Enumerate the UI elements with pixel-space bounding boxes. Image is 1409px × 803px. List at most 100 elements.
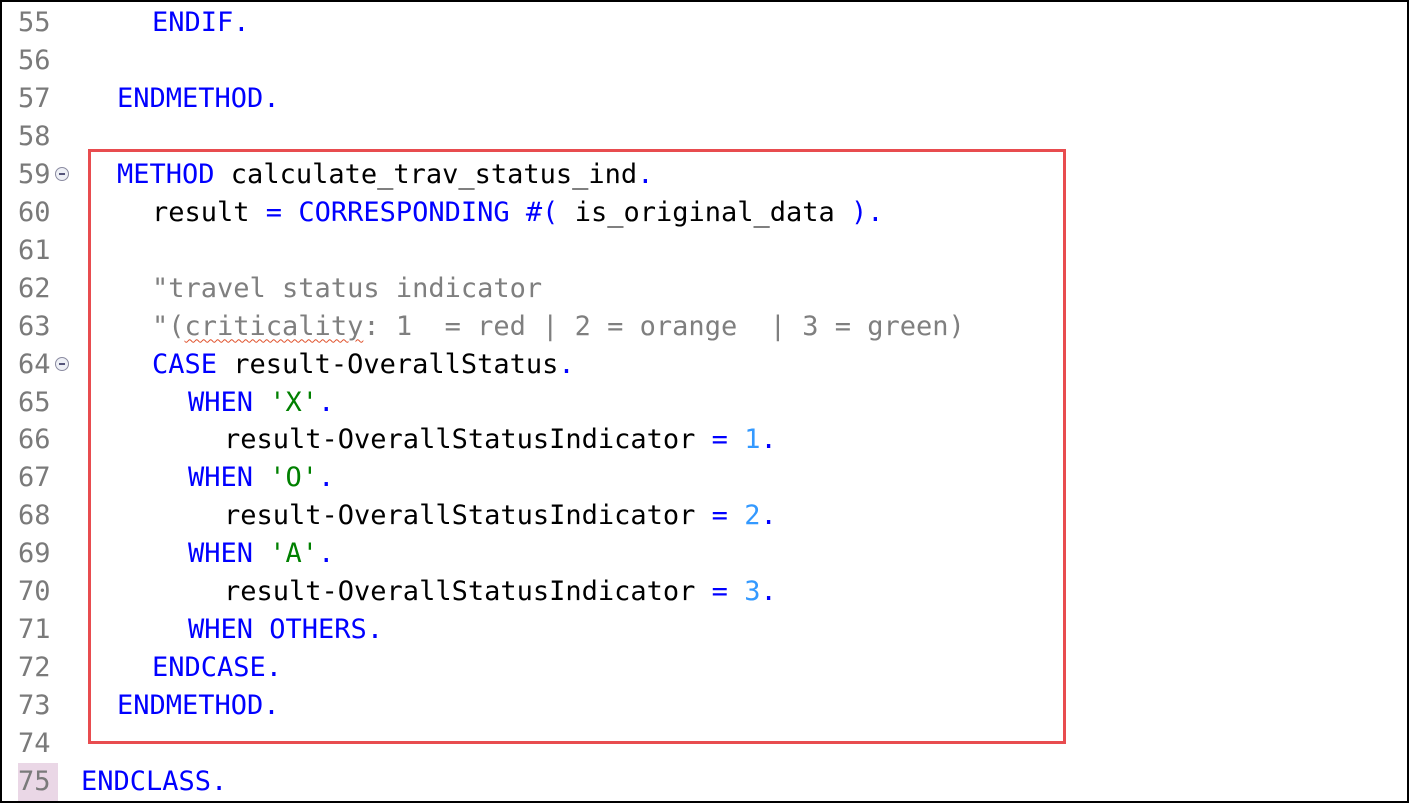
code-token: . (211, 766, 228, 797)
code-token: . (318, 462, 335, 494)
line-number: 61 (18, 234, 51, 266)
line-number: 63 (18, 310, 51, 342)
code-token: . (760, 424, 777, 456)
code-token: . (263, 82, 280, 114)
code-token: = (249, 196, 299, 228)
code-token: is_original_data (574, 196, 835, 228)
code-token: = (695, 576, 745, 608)
code-token: ENDMETHOD (117, 82, 264, 114)
line-number: 74 (18, 728, 51, 760)
code-line[interactable]: 70 result-OverallStatusIndicator = 3. (2, 573, 1407, 611)
code-line[interactable]: 74 (2, 725, 1407, 763)
code-token: METHOD (117, 158, 215, 190)
code-text[interactable]: WHEN 'X'. (188, 384, 334, 422)
line-number: 57 (18, 82, 51, 114)
line-number: 70 (18, 576, 51, 608)
code-token: ENDIF (152, 7, 234, 38)
code-editor[interactable]: 55 ENDIF. 56 57 ENDMETHOD. 58 59 METHOD calcula… (0, 0, 1409, 803)
code-token: 2 (744, 500, 761, 532)
code-text[interactable]: ENDIF. (152, 4, 250, 42)
code-token: . (263, 690, 280, 722)
code-line[interactable]: 73 ENDMETHOD. (2, 687, 1407, 725)
code-line[interactable]: 67 WHEN 'O'. (2, 459, 1407, 497)
code-text[interactable]: "travel status indicator (152, 270, 542, 308)
code-text[interactable]: CASE result-OverallStatus. (152, 346, 575, 384)
code-line[interactable]: 75 ENDCLASS. (2, 763, 1407, 801)
code-token: . (760, 576, 777, 608)
code-token: . (366, 614, 384, 646)
code-token: 1 (744, 424, 761, 456)
code-text[interactable]: result-OverallStatusIndicator = 3. (224, 573, 777, 611)
code-text[interactable]: METHOD calculate_trav_status_ind. (117, 156, 653, 194)
code-line[interactable]: 62 "travel status indicator (2, 270, 1407, 308)
line-number: 62 (18, 272, 51, 304)
code-token: calculate_trav_status_ind (214, 158, 638, 190)
code-token: result (152, 196, 250, 228)
code-token: ENDCASE (152, 652, 266, 684)
code-token: ENDMETHOD (117, 690, 264, 722)
code-token: . (637, 158, 654, 190)
line-number: 56 (18, 44, 51, 76)
code-line[interactable]: 66 result-OverallStatusIndicator = 1. (2, 421, 1407, 459)
collapse-fold-icon[interactable] (55, 356, 69, 371)
code-token: result-OverallStatusIndicator (224, 576, 696, 608)
code-token: "( (152, 310, 185, 342)
code-line[interactable]: 61 (2, 232, 1407, 270)
code-text[interactable]: WHEN 'A'. (188, 535, 334, 573)
code-line[interactable]: 58 (2, 118, 1407, 156)
code-token: WHEN (188, 386, 254, 418)
code-token: . (318, 386, 335, 418)
line-number: 75 (18, 763, 58, 801)
code-token: ). (834, 196, 884, 228)
code-text[interactable]: ENDCASE. (152, 649, 282, 687)
line-number: 65 (18, 386, 51, 418)
code-line[interactable]: 59 METHOD calculate_trav_status_ind. (2, 156, 1407, 194)
code-text[interactable]: result-OverallStatusIndicator = 1. (224, 421, 777, 459)
code-line[interactable]: 55 ENDIF. (2, 4, 1407, 42)
code-token: result-OverallStatus (217, 348, 559, 380)
code-text[interactable]: WHEN OTHERS. (188, 611, 383, 649)
code-line[interactable]: 64 CASE result-OverallStatus. (2, 346, 1407, 384)
code-token: CASE (152, 348, 218, 380)
code-line[interactable]: 57 ENDMETHOD. (2, 80, 1407, 118)
line-number: 72 (18, 652, 51, 684)
code-token: WHEN OTHERS (188, 614, 367, 646)
code-text[interactable]: ENDMETHOD. (117, 687, 280, 725)
code-token: 3 (744, 576, 761, 608)
line-number: 71 (18, 614, 51, 646)
code-text[interactable]: WHEN 'O'. (188, 459, 334, 497)
code-token: 'X' (269, 386, 319, 418)
code-line[interactable]: 72 ENDCASE. (2, 649, 1407, 687)
line-number: 73 (18, 690, 51, 722)
code-line[interactable]: 68 result-OverallStatusIndicator = 2. (2, 497, 1407, 535)
code-token: . (760, 500, 777, 532)
code-line[interactable]: 65 WHEN 'X'. (2, 384, 1407, 422)
code-text[interactable]: result-OverallStatusIndicator = 2. (224, 497, 777, 535)
code-text[interactable]: ENDCLASS. (81, 763, 227, 801)
code-line[interactable]: 63 "(criticality: 1 = red | 2 = orange | … (2, 308, 1407, 346)
code-line[interactable]: 71 WHEN OTHERS. (2, 611, 1407, 649)
code-token: criticality (184, 310, 364, 342)
code-token: 'A' (269, 538, 319, 570)
code-token: . (558, 348, 575, 380)
line-number: 59 (18, 158, 51, 190)
code-token: result-OverallStatusIndicator (224, 500, 696, 532)
code-token: = (695, 424, 745, 456)
code-text[interactable]: result = CORRESPONDING #( is_original_da… (152, 194, 884, 232)
code-line[interactable]: 56 (2, 42, 1407, 80)
line-number: 68 (18, 500, 51, 532)
code-token: . (318, 538, 335, 570)
code-line[interactable]: 60 result = CORRESPONDING #( is_original_… (2, 194, 1407, 232)
line-number: 58 (18, 120, 51, 152)
collapse-fold-icon[interactable] (55, 166, 69, 181)
code-token: 'O' (269, 462, 319, 494)
code-token: "travel status indicator (152, 272, 543, 304)
code-token: CORRESPONDING (298, 196, 510, 228)
code-text[interactable]: "(criticality: 1 = red | 2 = orange | 3 … (152, 308, 965, 346)
code-text[interactable]: ENDMETHOD. (117, 80, 280, 118)
code-line[interactable]: 69 WHEN 'A'. (2, 535, 1407, 573)
line-number: 67 (18, 462, 51, 494)
